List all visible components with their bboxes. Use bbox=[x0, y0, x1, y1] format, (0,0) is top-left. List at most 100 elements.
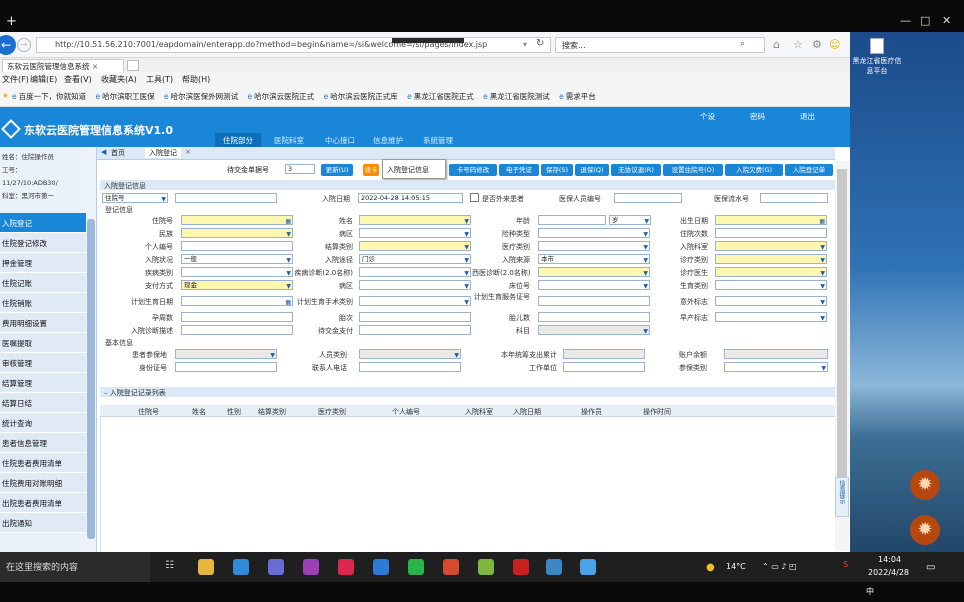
family-plan-date-input[interactable]: ▦ bbox=[181, 296, 293, 306]
age-input[interactable] bbox=[538, 215, 606, 225]
favorite-link[interactable]: e 需求平台 bbox=[559, 91, 596, 102]
save-button[interactable]: 保存(S) bbox=[541, 164, 573, 176]
insurance-number-input[interactable] bbox=[614, 193, 682, 203]
gear-icon[interactable]: ⚙ bbox=[812, 38, 822, 51]
menu-view[interactable]: 查看(V) bbox=[64, 74, 92, 85]
bed-number-select[interactable]: ▼ bbox=[538, 280, 650, 290]
favorite-link[interactable]: e 哈尔滨云医院正式 bbox=[248, 91, 315, 102]
sidebar-item[interactable]: 统计查询 bbox=[0, 413, 86, 433]
deposit-payment-input[interactable] bbox=[359, 325, 471, 335]
password-link[interactable]: 密码 bbox=[750, 111, 765, 122]
favorite-link[interactable]: e 哈尔滨医保外网测试 bbox=[164, 91, 238, 102]
column-header[interactable]: 个人编号 bbox=[392, 407, 420, 417]
firefox-icon[interactable] bbox=[268, 559, 284, 575]
set-admission-number-button[interactable]: 设置住院号(O) bbox=[663, 164, 723, 176]
sidebar-item[interactable]: 结算管理 bbox=[0, 373, 86, 393]
ward-select[interactable]: ▼ bbox=[359, 228, 471, 238]
nav-inpatient[interactable]: 住院部分 bbox=[215, 133, 261, 148]
nav-department[interactable]: 医院科室 bbox=[274, 135, 304, 146]
minimize-button[interactable]: — bbox=[900, 14, 911, 27]
address-bar[interactable]: http://10.51.56.210:7001/eapdomain/enter… bbox=[36, 37, 551, 53]
breadcrumb-current[interactable]: 入院登记 bbox=[145, 148, 181, 158]
app-icon[interactable] bbox=[478, 559, 494, 575]
star-icon[interactable]: ☆ bbox=[793, 38, 803, 51]
menu-tools[interactable]: 工具(T) bbox=[146, 74, 173, 85]
personal-id-input[interactable] bbox=[181, 241, 293, 251]
app-icon[interactable] bbox=[338, 559, 354, 575]
close-button[interactable]: ✕ bbox=[942, 14, 951, 27]
admission-dept-select[interactable]: ▼ bbox=[715, 241, 827, 251]
doctor-select[interactable]: ▼ bbox=[715, 267, 827, 277]
ime-indicator[interactable]: 中 bbox=[866, 586, 874, 597]
age-unit-select[interactable]: 岁 ▼ bbox=[609, 215, 651, 225]
admission-date-input[interactable]: 2022-04-28 14:05:15 bbox=[358, 193, 463, 203]
parity-input[interactable] bbox=[359, 312, 471, 322]
admission-route-select[interactable]: 门诊 ▼ bbox=[359, 254, 471, 264]
wechat-icon[interactable] bbox=[408, 559, 424, 575]
menu-favorites[interactable]: 收藏夹(A) bbox=[101, 74, 137, 85]
taskbar-search[interactable]: 在这里搜索的内容 bbox=[0, 552, 150, 582]
sidebar-item[interactable]: 患者信息管理 bbox=[0, 433, 86, 453]
accident-flag-select[interactable]: ▼ bbox=[715, 296, 827, 306]
clock-time[interactable]: 14:04 bbox=[878, 555, 901, 564]
app-icon[interactable] bbox=[303, 559, 319, 575]
column-header[interactable]: 结算类别 bbox=[258, 407, 286, 417]
settings-gear-icon[interactable]: ✹ bbox=[910, 515, 940, 545]
favorite-link[interactable]: e 百度一下，你就知道 bbox=[12, 91, 86, 102]
sidebar-item-admission[interactable]: 入院登记 bbox=[0, 213, 86, 233]
nav-system[interactable]: 系统管理 bbox=[423, 135, 453, 146]
id-card-input[interactable] bbox=[175, 362, 277, 372]
sidebar-scrollbar[interactable] bbox=[86, 147, 96, 552]
gestation-weeks-input[interactable] bbox=[181, 312, 293, 322]
settings-gear-icon[interactable]: ✹ bbox=[910, 470, 940, 500]
insurance-serial-input[interactable] bbox=[760, 193, 828, 203]
forward-arrow-icon[interactable]: → bbox=[17, 38, 31, 52]
settings-link[interactable]: 个设 bbox=[700, 111, 715, 122]
dropdown-icon[interactable]: ▾ bbox=[523, 40, 527, 49]
browser-tab[interactable]: 东软云医院管理信息系统 × bbox=[2, 59, 124, 72]
column-header[interactable]: 性别 bbox=[227, 407, 241, 417]
nav-interface[interactable]: 中心接口 bbox=[325, 135, 355, 146]
file-explorer-icon[interactable] bbox=[198, 559, 214, 575]
sidebar-item[interactable]: 住院费用对账明细 bbox=[0, 473, 86, 493]
sidebar-item[interactable]: 住院销账 bbox=[0, 293, 86, 313]
tray-icons[interactable]: ⌃ ▭ ♪ ◰ bbox=[762, 562, 797, 571]
admission-condition-select[interactable]: 一般 ▼ bbox=[181, 254, 293, 264]
insurance-type-select[interactable]: ▼ bbox=[538, 228, 650, 238]
sidebar-item[interactable]: 住院患者费用清单 bbox=[0, 453, 86, 473]
premature-flag-select[interactable]: ▼ bbox=[715, 312, 827, 322]
nav-maintenance[interactable]: 信息维护 bbox=[373, 135, 403, 146]
birth-type-select[interactable]: ▼ bbox=[715, 280, 827, 290]
outside-patient-checkbox[interactable] bbox=[470, 193, 479, 202]
no-agreement-button[interactable]: 无协议退(R) bbox=[611, 164, 661, 176]
insured-region-select[interactable]: ▼ bbox=[175, 349, 277, 359]
logout-link[interactable]: 退出 bbox=[800, 111, 815, 122]
sogou-icon[interactable]: S bbox=[843, 560, 848, 569]
admission-count-input[interactable] bbox=[715, 228, 827, 238]
smiley-icon[interactable]: ☺ bbox=[829, 38, 840, 51]
annual-pool-input[interactable] bbox=[563, 349, 645, 359]
sidebar-item[interactable]: 出院患者费用清单 bbox=[0, 493, 86, 513]
account-balance-input[interactable] bbox=[724, 349, 828, 359]
admission-source-select[interactable]: 本市 ▼ bbox=[538, 254, 650, 264]
new-tab-button[interactable]: + bbox=[6, 14, 17, 29]
contact-phone-input[interactable] bbox=[359, 362, 461, 372]
disease-type-select[interactable]: ▼ bbox=[181, 267, 293, 277]
clock-date[interactable]: 2022/4/28 bbox=[868, 568, 909, 577]
collapse-icon[interactable]: ◀ bbox=[101, 148, 106, 156]
sidebar-item[interactable]: 费用明细设置 bbox=[0, 313, 86, 333]
person-category-select[interactable]: ▼ bbox=[359, 349, 461, 359]
ie-icon[interactable] bbox=[580, 559, 596, 575]
sidebar-item[interactable]: 结算日结 bbox=[0, 393, 86, 413]
search-input[interactable]: 搜索... bbox=[555, 37, 765, 53]
ward-area-select[interactable]: ▼ bbox=[359, 280, 471, 290]
name-input[interactable]: ▼ bbox=[359, 215, 471, 225]
column-header[interactable]: 医疗类别 bbox=[318, 407, 346, 417]
cancel-button[interactable]: 退保(Q) bbox=[575, 164, 609, 176]
column-header[interactable]: 操作时间 bbox=[643, 407, 671, 417]
favorite-link[interactable]: e 黑龙江省医院测试 bbox=[483, 91, 550, 102]
western-diagnosis-select[interactable]: ▼ bbox=[538, 267, 650, 277]
column-header[interactable]: 入院日期 bbox=[513, 407, 541, 417]
menu-edit[interactable]: 编辑(E) bbox=[30, 74, 57, 85]
birth-date-input[interactable]: ▦ bbox=[715, 215, 827, 225]
